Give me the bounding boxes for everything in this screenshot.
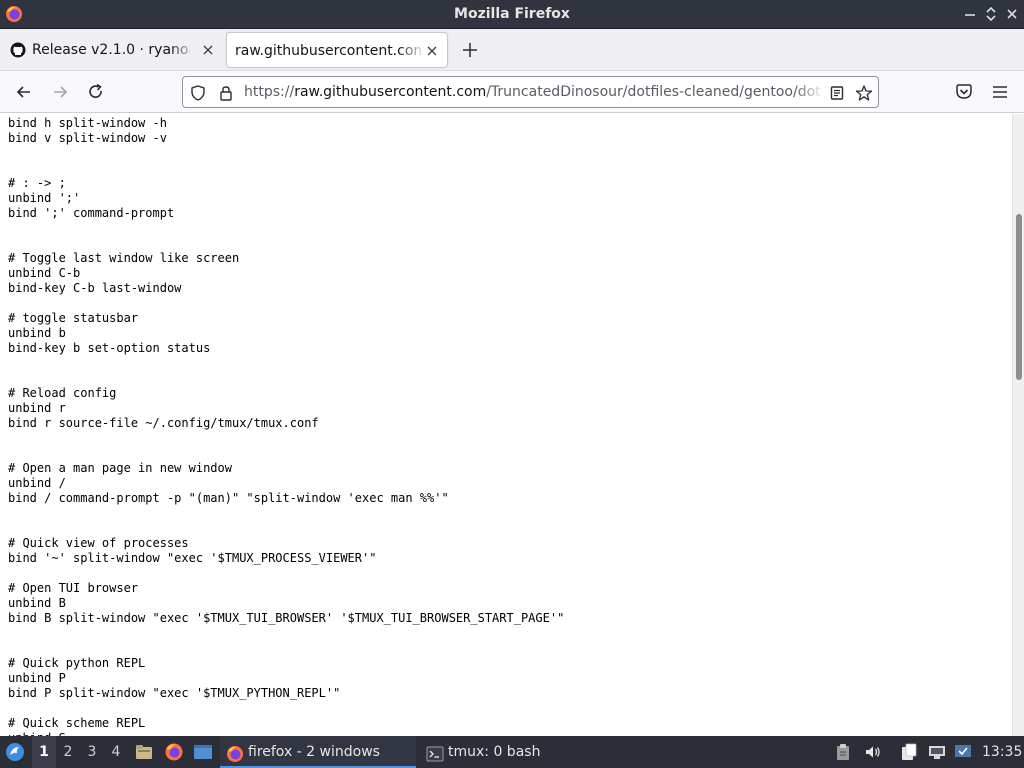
vertical-scrollbar[interactable] bbox=[1012, 114, 1024, 736]
text-line: unbind B bbox=[8, 596, 66, 610]
desktop-icon[interactable] bbox=[193, 742, 213, 762]
text-line bbox=[8, 521, 1008, 536]
update-notifier-icon[interactable] bbox=[954, 743, 972, 761]
plus-icon[interactable] bbox=[460, 40, 480, 60]
text-line: unbind P bbox=[8, 671, 66, 685]
text-line: bind P split-window "exec '$TMUX_PYTHON_… bbox=[8, 686, 341, 700]
text-line: unbind ';' bbox=[8, 191, 81, 205]
text-line: bind v split-window -v bbox=[8, 131, 167, 145]
clipboard-manager-icon[interactable] bbox=[900, 743, 918, 761]
text-line bbox=[8, 431, 1008, 446]
page-content[interactable]: bind h split-window -h bind v split-windo… bbox=[0, 114, 1012, 736]
text-line: bind ';' command-prompt bbox=[8, 206, 175, 220]
text-line bbox=[8, 506, 1008, 521]
start-menu-icon[interactable] bbox=[4, 741, 26, 763]
text-line: # : -> ; bbox=[8, 176, 66, 190]
task-label: tmux: 0 bash bbox=[448, 744, 541, 760]
text-line: # Quick python REPL bbox=[8, 656, 146, 670]
restore-icon[interactable] bbox=[983, 6, 999, 22]
network-icon[interactable] bbox=[928, 743, 946, 761]
text-line: bind-key b set-option status bbox=[8, 341, 211, 355]
clock: 13:35 bbox=[982, 744, 1023, 760]
window-titlebar: Mozilla Firefox bbox=[0, 0, 1024, 29]
text-line bbox=[8, 626, 1008, 641]
firefox-icon bbox=[226, 743, 244, 762]
text-line: # Quick scheme REPL bbox=[8, 716, 146, 730]
text-line: unbind / bbox=[8, 476, 66, 490]
text-line: bind B split-window "exec '$TMUX_TUI_BRO… bbox=[8, 611, 565, 625]
close-window-icon[interactable] bbox=[1004, 6, 1020, 22]
close-icon[interactable] bbox=[425, 44, 439, 58]
scrollbar-thumb[interactable] bbox=[1016, 214, 1022, 380]
tab-nerd-fonts-release[interactable]: Release v2.1.0 · ryanoasis/nerd-fonts bbox=[4, 32, 220, 68]
text-line bbox=[8, 356, 1008, 371]
text-line: unbind b bbox=[8, 326, 66, 340]
url-host: raw.githubusercontent.com bbox=[294, 84, 487, 100]
clipboard-icon[interactable] bbox=[834, 743, 852, 761]
text-line: # Quick view of processes bbox=[8, 536, 189, 550]
text-line bbox=[8, 701, 1008, 716]
taskbar: 1 2 3 4 firefox - 2 windows tmux: 0 bash… bbox=[0, 736, 1024, 768]
workspace-3[interactable]: 3 bbox=[80, 736, 104, 768]
bookmark-star-icon[interactable] bbox=[855, 84, 873, 102]
url-prefix: https:// bbox=[244, 84, 295, 100]
url-path: /TruncatedDinosour/dotfiles-cleaned/gent… bbox=[486, 84, 822, 100]
workspace-4[interactable]: 4 bbox=[104, 736, 128, 768]
reader-view-icon[interactable] bbox=[828, 84, 846, 102]
workspace-2[interactable]: 2 bbox=[56, 736, 80, 768]
close-icon[interactable] bbox=[201, 43, 215, 57]
github-icon bbox=[10, 42, 26, 58]
text-line: # toggle statusbar bbox=[8, 311, 139, 325]
text-line: unbind C-b bbox=[8, 266, 81, 280]
text-line bbox=[8, 146, 1008, 161]
minimize-icon[interactable] bbox=[962, 6, 978, 22]
hamburger-menu-icon[interactable] bbox=[990, 82, 1010, 102]
firefox-launcher-icon[interactable] bbox=[164, 742, 184, 762]
text-line: bind r source-file ~/.config/tmux/tmux.c… bbox=[8, 416, 319, 430]
pocket-icon[interactable] bbox=[954, 82, 974, 102]
text-line bbox=[8, 446, 1008, 461]
text-line: unbind r bbox=[8, 401, 66, 415]
url-text[interactable]: https://raw.githubusercontent.com/Trunca… bbox=[244, 84, 822, 100]
text-line: bind h split-window -h bbox=[8, 116, 167, 130]
tab-raw-githubusercontent[interactable]: raw.githubusercontent.com/TruncatedDinos… bbox=[226, 32, 448, 68]
text-line bbox=[8, 221, 1008, 236]
lock-icon[interactable] bbox=[217, 84, 235, 102]
task-label: firefox - 2 windows bbox=[248, 744, 380, 760]
text-line: # Open a man page in new window bbox=[8, 461, 232, 475]
text-line bbox=[8, 566, 1008, 581]
text-line: bind-key C-b last-window bbox=[8, 281, 182, 295]
volume-icon[interactable] bbox=[863, 743, 881, 761]
shield-icon[interactable] bbox=[189, 84, 207, 102]
text-line bbox=[8, 161, 1008, 176]
task-tmux[interactable]: tmux: 0 bash bbox=[420, 736, 590, 768]
text-line: # Toggle last window like screen bbox=[8, 251, 240, 265]
forward-arrow-icon[interactable] bbox=[50, 82, 70, 102]
tab-label: raw.githubusercontent.com/TruncatedDinos… bbox=[235, 43, 421, 59]
back-arrow-icon[interactable] bbox=[14, 82, 34, 102]
text-line bbox=[8, 371, 1008, 386]
tab-label: Release v2.1.0 · ryanoasis/nerd-fonts bbox=[32, 42, 190, 58]
text-line: bind / command-prompt -p "(man)" "split-… bbox=[8, 491, 449, 505]
text-line bbox=[8, 236, 1008, 251]
navigation-toolbar: https://raw.githubusercontent.com/Trunca… bbox=[0, 71, 1024, 113]
url-bar[interactable]: https://raw.githubusercontent.com/Trunca… bbox=[182, 76, 879, 108]
reload-icon[interactable] bbox=[86, 82, 106, 102]
plain-text-document: bind h split-window -h bind v split-windo… bbox=[8, 116, 1008, 736]
workspace-1[interactable]: 1 bbox=[32, 736, 56, 768]
text-line: # Open TUI browser bbox=[8, 581, 139, 595]
terminal-icon bbox=[426, 743, 444, 762]
text-line bbox=[8, 296, 1008, 311]
text-line: bind '~' split-window "exec '$TMUX_PROCE… bbox=[8, 551, 377, 565]
window-title: Mozilla Firefox bbox=[454, 6, 570, 22]
tab-strip: Release v2.1.0 · ryanoasis/nerd-fonts ra… bbox=[0, 29, 1024, 71]
text-line: # Reload config bbox=[8, 386, 117, 400]
file-manager-icon[interactable] bbox=[134, 742, 154, 762]
task-firefox[interactable]: firefox - 2 windows bbox=[220, 736, 416, 768]
text-line bbox=[8, 641, 1008, 656]
